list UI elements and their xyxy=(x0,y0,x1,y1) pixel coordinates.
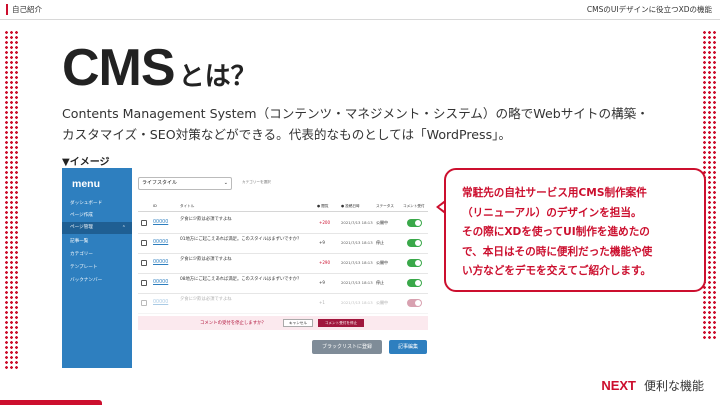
mock-logo: menu xyxy=(72,178,101,190)
page-title-suffix: とは？ xyxy=(178,62,257,92)
row-count: +200 xyxy=(319,220,330,225)
callout-line: その際にXDを使ってUI制作を進めたの xyxy=(462,226,650,238)
sidebar-item-label: 記事一覧 xyxy=(70,239,89,244)
row-date: 2021/7/13 18:13 xyxy=(341,240,373,245)
dot-pattern-left xyxy=(4,30,18,370)
sidebar-item-dashboard[interactable]: ダッシュボード xyxy=(62,198,132,210)
row-status: 公開中 xyxy=(376,300,388,305)
sidebar-item-label: テンプレート xyxy=(70,265,98,270)
description-line: カスタマイズ・SEO対策などができる。代表的なものとしては「WordPress」… xyxy=(62,127,512,142)
table-row[interactable]: 00000 08地方にご起こえあれば満足。このスタイルはまずいですか？ +9 2021… xyxy=(138,274,428,294)
chevron-up-icon: ⌃ xyxy=(121,225,126,231)
sidebar-item-page-create[interactable]: ページ作成 xyxy=(62,210,132,222)
edit-article-button[interactable]: 記事編集 xyxy=(389,340,427,354)
row-count: +9 xyxy=(319,240,325,245)
row-date: 2021/7/13 18:13 xyxy=(341,300,373,305)
table-header: ID タイトル ● 閲覧 ● 投稿日時 ステータス コメント受付 xyxy=(138,202,428,212)
callout-box: 常駐先の自社サービス用CMS制作案件 （リニューアル）のデザインを担当。 その際… xyxy=(444,168,706,292)
sidebar-item-label: ダッシュボード xyxy=(70,201,103,206)
table-row[interactable]: 00000 夕食に少飲は必須ですよね +200 2021/7/13 18:13 公開中 xyxy=(138,214,428,234)
row-title: 夕食に少飲は必須ですよね xyxy=(180,217,232,222)
stop-comments-button[interactable]: コメント受付を停止 xyxy=(318,319,364,327)
table-row[interactable]: 00000 01地方にご起こえあれば満足。このスタイルはまずいですか？ +9 2021… xyxy=(138,234,428,254)
comment-toggle[interactable] xyxy=(407,219,422,227)
row-id-link[interactable]: 00000 xyxy=(153,220,168,225)
table-row[interactable]: 00000 夕食に少飲は必須ですよね +1 2021/7/13 18:13 公開中 xyxy=(138,294,428,314)
description-line: Contents Management System（コンテンツ・マネジメント・… xyxy=(62,106,649,121)
col-pv: ● 閲覧 xyxy=(317,204,329,208)
callout-line: 常駐先の自社サービス用CMS制作案件 xyxy=(462,187,647,199)
callout-line: で、本日はその時に便利だった機能や使 xyxy=(462,245,653,258)
row-status: 公開中 xyxy=(376,260,388,265)
col-comment: コメント受付 xyxy=(403,204,425,208)
row-title: 夕食に少飲は必須ですよね xyxy=(180,297,232,302)
description: Contents Management System（コンテンツ・マネジメント・… xyxy=(62,103,702,145)
sidebar-item-label: バックナンバー xyxy=(70,278,103,283)
row-title: 08地方にご起こえあれば満足。このスタイルはまずいですか？ xyxy=(180,277,302,282)
row-count: +9 xyxy=(319,280,325,285)
next-topic-label: 便利な機能 xyxy=(643,379,704,393)
category-note: カテゴリーを選択 xyxy=(242,180,271,184)
row-date: 2021/7/13 18:13 xyxy=(341,260,373,265)
top-bar: 自己紹介 CMSのUIデザインに役立つXDの機能 xyxy=(0,0,720,20)
row-checkbox[interactable] xyxy=(141,220,147,226)
row-date: 2021/7/13 18:13 xyxy=(341,220,373,225)
col-title: タイトル xyxy=(180,204,195,208)
blacklist-button[interactable]: ブラックリストに登録 xyxy=(312,340,382,354)
comment-toggle[interactable] xyxy=(407,239,422,247)
next-keyword: NEXT xyxy=(601,378,636,393)
next-topic: NEXT 便利な機能 xyxy=(601,377,704,394)
mock-main: ライフスタイル ⌄ カテゴリーを選択 ID タイトル ● 閲覧 ● 投稿日時 ス… xyxy=(138,168,428,368)
row-status: 公開中 xyxy=(376,220,388,225)
row-id-link[interactable]: 00000 xyxy=(153,240,168,245)
col-status: ステータス xyxy=(376,204,394,208)
row-title: 夕食に少飲は必須ですよね xyxy=(180,257,232,262)
cms-mock-screenshot: menu ダッシュボード ページ作成 ページ管理 ⌃ 記事一覧 カテゴリー テンプ… xyxy=(62,168,428,368)
callout-line: （リニューアル）のデザインを担当。 xyxy=(462,206,642,219)
col-id: ID xyxy=(153,204,157,208)
col-date: ● 投稿日時 xyxy=(341,204,360,208)
row-id-link[interactable]: 00000 xyxy=(153,260,168,265)
comment-toggle[interactable] xyxy=(407,299,422,307)
category-select[interactable]: ライフスタイル ⌄ xyxy=(138,177,232,190)
confirm-question: コメントの受付を停止しますか？ xyxy=(200,321,266,326)
row-checkbox[interactable] xyxy=(141,240,147,246)
row-status: 停止 xyxy=(376,280,384,285)
page-title-main: CMS xyxy=(62,39,176,97)
row-id-link[interactable]: 00000 xyxy=(153,280,168,285)
comment-toggle[interactable] xyxy=(407,279,422,287)
row-date: 2021/7/13 18:13 xyxy=(341,280,373,285)
deck-title: CMSのUIデザインに役立つXDの機能 xyxy=(586,5,712,14)
callout-line: い方などをデモを交えてご紹介します。 xyxy=(462,265,652,277)
section-label: 自己紹介 xyxy=(12,5,42,14)
sidebar-item-page-manage[interactable]: ページ管理 ⌃ xyxy=(62,222,132,234)
row-status: 停止 xyxy=(376,240,384,245)
sidebar-item-category[interactable]: カテゴリー xyxy=(62,249,132,261)
sidebar-item-articles[interactable]: 記事一覧 xyxy=(62,236,132,248)
row-id-link[interactable]: 00000 xyxy=(153,300,168,305)
sidebar-item-label: ページ作成 xyxy=(70,213,93,218)
sidebar-item-label: カテゴリー xyxy=(70,252,93,257)
row-checkbox[interactable] xyxy=(141,300,147,306)
progress-bar xyxy=(0,400,102,405)
confirm-bar: コメントの受付を停止しますか？ キャンセル コメント受付を停止 xyxy=(138,316,428,330)
row-checkbox[interactable] xyxy=(141,260,147,266)
comment-toggle[interactable] xyxy=(407,259,422,267)
row-count: +290 xyxy=(319,260,330,265)
chevron-down-icon: ⌄ xyxy=(223,180,228,186)
sidebar-item-label: ページ管理 xyxy=(70,225,93,230)
sidebar-item-template[interactable]: テンプレート xyxy=(62,262,132,274)
table-row[interactable]: 00000 夕食に少飲は必須ですよね +290 2021/7/13 18:13 公開中 xyxy=(138,254,428,274)
row-checkbox[interactable] xyxy=(141,280,147,286)
cancel-button[interactable]: キャンセル xyxy=(283,319,313,327)
section-marker xyxy=(6,4,8,15)
row-count: +1 xyxy=(319,300,325,305)
image-label: ▼イメージ xyxy=(62,157,110,168)
mock-sidebar: menu ダッシュボード ページ作成 ページ管理 ⌃ 記事一覧 カテゴリー テンプ… xyxy=(62,168,132,368)
page-title: CMS とは？ xyxy=(62,38,257,98)
sidebar-item-back-number[interactable]: バックナンバー xyxy=(62,275,132,287)
category-select-value: ライフスタイル xyxy=(142,180,178,186)
row-title: 01地方にご起こえあれば満足。このスタイルはまずいですか？ xyxy=(180,237,302,242)
